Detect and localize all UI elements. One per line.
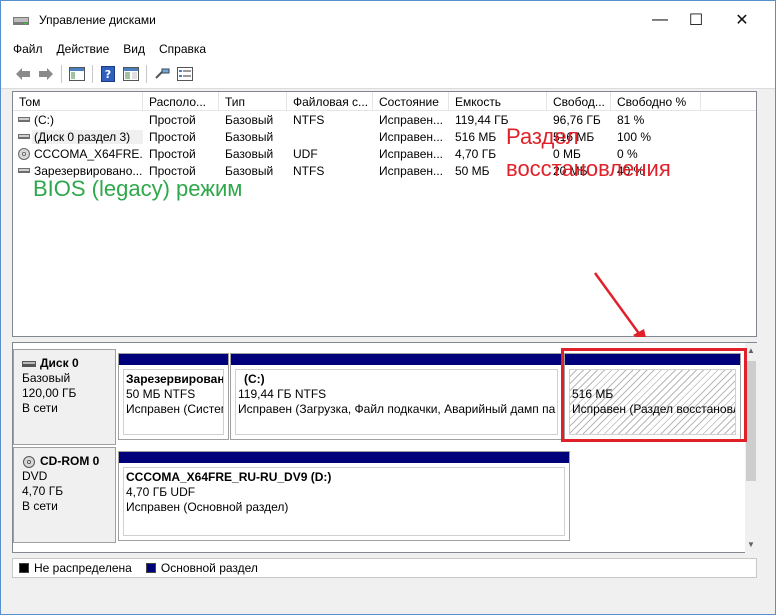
partition-body: (C:) 119,44 ГБ NTFS Исправен (Загрузка, …: [235, 369, 558, 435]
primary-partition-bar: [231, 354, 562, 365]
close-button[interactable]: ✕: [719, 1, 765, 39]
column-header-capacity[interactable]: Емкость: [449, 92, 547, 111]
cell-layout: Простой: [149, 147, 196, 161]
cdrom-0-name: CD-ROM 0: [22, 454, 115, 469]
legend-primary-label: Основной раздел: [160, 561, 258, 575]
cell-layout: Простой: [149, 130, 196, 144]
window-title: Управление дисками: [39, 13, 156, 27]
toolbar-separator: [61, 65, 62, 83]
annotation-bios-mode: BIOS (legacy) режим: [33, 176, 243, 201]
cell-type: Базовый: [225, 113, 274, 127]
menu-help[interactable]: Справка: [152, 39, 213, 59]
hard-disk-icon: [22, 360, 36, 367]
back-arrow-icon[interactable]: [14, 65, 32, 83]
view-icon[interactable]: [176, 65, 194, 83]
legend-unallocated-label: Не распределена: [34, 561, 132, 575]
cell-status: Исправен...: [379, 130, 444, 144]
column-header-free-space[interactable]: Свобод...: [547, 92, 611, 111]
partition-status: Исправен (Систем: [126, 402, 224, 416]
title-bar: Управление дисками — ☐ ✕: [1, 1, 775, 39]
partition-system-reserved[interactable]: Зарезервирован 50 МБ NTFS Исправен (Сист…: [118, 353, 229, 440]
column-header-filesystem[interactable]: Файловая с...: [287, 92, 373, 111]
connect-icon[interactable]: [153, 65, 171, 83]
cell-volume: (Диск 0 раздел 3): [32, 130, 143, 144]
legend: Не распределена Основной раздел: [12, 558, 757, 578]
recovery-highlight-box: [561, 348, 747, 442]
partition-c[interactable]: (C:) 119,44 ГБ NTFS Исправен (Загрузка, …: [230, 353, 563, 440]
partition-status: Исправен (Загрузка, Файл подкачки, Авари…: [238, 402, 556, 416]
column-header-filler: [701, 92, 756, 111]
cell-type: Базовый: [225, 130, 274, 144]
legend-primary-swatch: [145, 563, 156, 573]
cell-status: Исправен...: [379, 147, 444, 161]
console-tree-icon[interactable]: [68, 65, 86, 83]
cell-filesystem: NTFS: [293, 113, 325, 127]
disk-0-title: Диск 0: [40, 356, 79, 370]
scroll-up-icon[interactable]: ▲: [746, 345, 756, 357]
disk-0-label[interactable]: Диск 0 Базовый 120,00 ГБ В сети: [13, 349, 116, 445]
disk-0-name: Диск 0: [22, 356, 115, 371]
volume-icon: [18, 134, 30, 139]
partition-title: CCCOMA_X64FRE_RU-RU_DV9 (D:): [126, 470, 332, 484]
disk-management-app-icon: [13, 17, 29, 25]
column-header-volume[interactable]: Том: [13, 92, 143, 111]
partition-title: Зарезервирован: [126, 372, 224, 386]
partition-title: (C:): [244, 372, 265, 386]
disk-management-window: Управление дисками — ☐ ✕ Файл Действие В…: [0, 0, 776, 615]
cell-filesystem: NTFS: [293, 164, 325, 178]
annotation-recovery-line1: Раздел: [506, 124, 579, 149]
scroll-down-icon[interactable]: ▼: [746, 539, 756, 551]
partition-body: Зарезервирован 50 МБ NTFS Исправен (Сист…: [123, 369, 224, 435]
menu-file[interactable]: Файл: [1, 39, 50, 59]
svg-text:?: ?: [105, 68, 111, 81]
annotation-recovery-partition: Раздел восстановления: [506, 121, 671, 185]
toolbar-separator: [92, 65, 93, 83]
partition-size: 119,44 ГБ NTFS: [238, 387, 327, 401]
cdrom-0-type: DVD: [22, 469, 48, 483]
scrollbar-thumb[interactable]: [746, 361, 756, 481]
cell-filesystem: UDF: [293, 147, 318, 161]
menu-bar: Файл Действие Вид Справка: [1, 39, 775, 59]
primary-partition-bar: [119, 452, 569, 463]
column-header-free-percent[interactable]: Свободно %: [611, 92, 701, 111]
partition-body: CCCOMA_X64FRE_RU-RU_DV9 (D:) 4,70 ГБ UDF…: [123, 467, 565, 536]
toolbar-separator: [146, 65, 147, 83]
legend-unallocated-swatch: [19, 563, 29, 573]
disk-0-size: 120,00 ГБ: [22, 386, 77, 400]
cell-layout: Простой: [149, 113, 196, 127]
annotation-arrow-icon: [593, 272, 648, 346]
partition-dvd[interactable]: CCCOMA_X64FRE_RU-RU_DV9 (D:) 4,70 ГБ UDF…: [118, 451, 570, 541]
cell-volume: CCCOMA_X64FRE...: [34, 147, 142, 161]
help-icon[interactable]: ?: [99, 65, 117, 83]
cdrom-0-label[interactable]: CD-ROM 0 DVD 4,70 ГБ В сети: [13, 447, 116, 543]
volume-icon: [18, 168, 30, 173]
cell-status: Исправен...: [379, 113, 444, 127]
toolbar: ?: [1, 59, 775, 89]
partition-size: 4,70 ГБ UDF: [126, 485, 196, 499]
cdrom-0-status: В сети: [22, 499, 58, 513]
cdrom-0-size: 4,70 ГБ: [22, 484, 64, 498]
cell-volume: (C:): [34, 113, 54, 127]
cell-status: Исправен...: [379, 164, 444, 178]
dvd-drive-icon: [23, 455, 35, 468]
menu-view[interactable]: Вид: [116, 39, 152, 59]
cdrom-0-title: CD-ROM 0: [40, 454, 100, 468]
partition-size: 50 МБ NTFS: [126, 387, 196, 401]
forward-arrow-icon[interactable]: [37, 65, 55, 83]
properties-icon[interactable]: [122, 65, 140, 83]
disk-0-type: Базовый: [22, 371, 71, 385]
partition-status: Исправен (Основной раздел): [126, 500, 289, 514]
column-header-status[interactable]: Состояние: [373, 92, 449, 111]
status-bar: [1, 581, 775, 614]
column-header-type[interactable]: Тип: [219, 92, 287, 111]
volume-icon: [18, 117, 30, 122]
disk-0-status: В сети: [22, 401, 58, 415]
cell-type: Базовый: [225, 147, 274, 161]
maximize-button[interactable]: ☐: [673, 1, 719, 39]
menu-action[interactable]: Действие: [50, 39, 117, 59]
column-header-layout[interactable]: Располо...: [143, 92, 219, 111]
dvd-icon: [18, 148, 30, 160]
primary-partition-bar: [119, 354, 228, 365]
